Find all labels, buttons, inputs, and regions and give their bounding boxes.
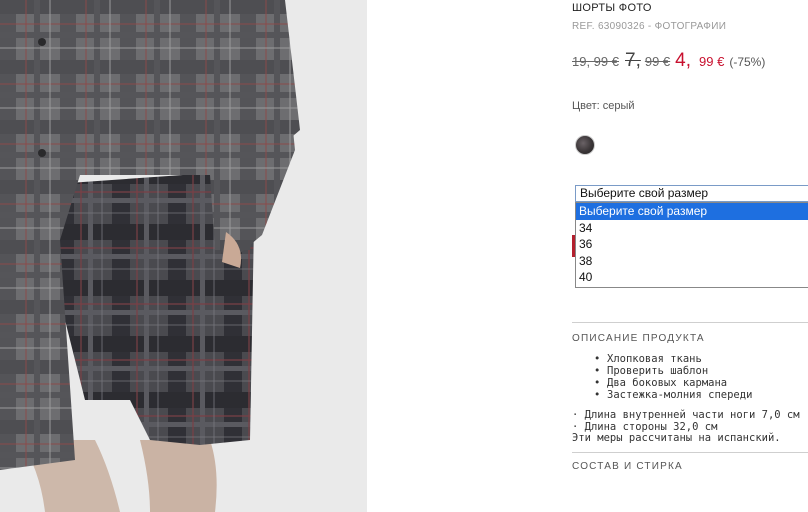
composition-heading[interactable]: СОСТАВ И СТИРКА — [572, 461, 683, 472]
size-select[interactable]: Выберите свой размер — [575, 185, 808, 202]
measurements: · Длина внутренней части ноги 7,0 см · Д… — [572, 409, 800, 445]
feature-item: Проверить шаблон — [594, 365, 752, 377]
product-title: ШОРТЫ ФОТО — [572, 2, 652, 14]
description-heading[interactable]: ОПИСАНИЕ ПРОДУКТА — [572, 333, 705, 344]
color-swatch-grey[interactable] — [575, 135, 595, 155]
size-option[interactable]: 36 — [576, 236, 808, 253]
previous-price-integer: 7, — [625, 50, 641, 71]
measurement-line: · Длина внутренней части ноги 7,0 см — [572, 409, 800, 421]
feature-item: Два боковых кармана — [594, 377, 752, 389]
section-divider — [572, 322, 808, 323]
size-option[interactable]: 34 — [576, 220, 808, 237]
color-label: Цвет: серый — [572, 100, 635, 112]
sale-price-decimal: 99 € — [699, 54, 725, 69]
feature-item: Хлопковая ткань — [594, 353, 752, 365]
discount-badge: (-75%) — [729, 55, 766, 69]
product-reference: REF. 63090326 - ФОТОГРАФИИ — [572, 21, 727, 32]
product-info-panel: ШОРТЫ ФОТО REF. 63090326 - ФОТОГРАФИИ 19… — [572, 0, 808, 512]
feature-list: Хлопковая ткань Проверить шаблон Два бок… — [594, 353, 752, 401]
section-divider — [572, 452, 808, 453]
feature-item: Застежка-молния спереди — [594, 389, 752, 401]
original-price: 19, 99 € — [572, 54, 619, 69]
size-dropdown-list[interactable]: Выберите свой размер 34 36 38 40 — [575, 202, 808, 288]
sale-price-integer: 4, — [675, 50, 692, 71]
size-option[interactable]: 38 — [576, 253, 808, 270]
product-photo[interactable] — [0, 0, 367, 512]
size-option[interactable]: Выберите свой размер — [576, 203, 808, 220]
price-block: 19, 99 € 7, 99 € 4, 99 € (-75%) — [572, 50, 765, 72]
measurement-line: Эти меры рассчитаны на испанский. — [572, 432, 781, 444]
size-option[interactable]: 40 — [576, 269, 808, 286]
previous-price-decimal: 99 € — [644, 54, 671, 69]
